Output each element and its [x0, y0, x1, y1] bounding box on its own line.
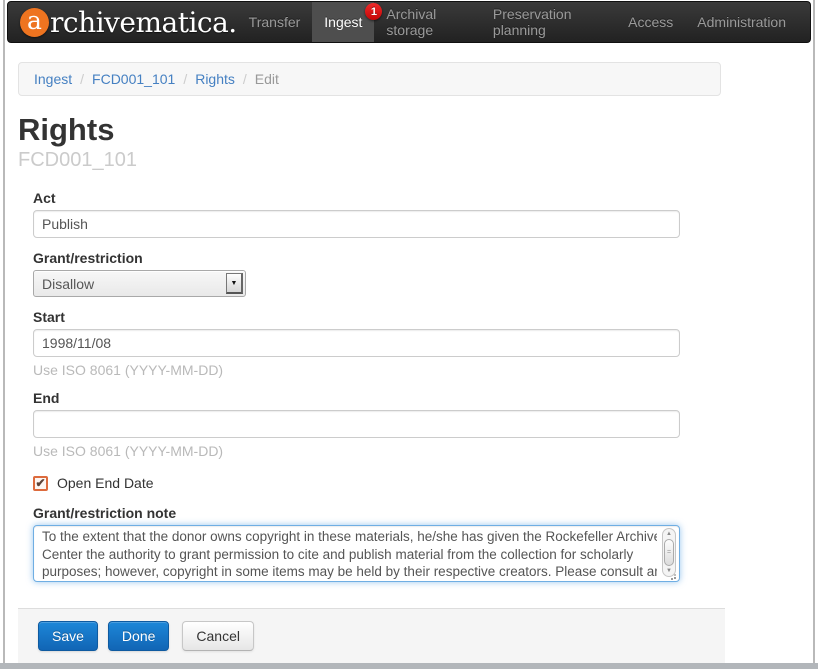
page-content: Ingest / FCD001_101 / Rights / Edit Righ…: [0, 0, 818, 663]
breadcrumb-fcd001-101[interactable]: FCD001_101: [92, 69, 175, 89]
nav-item-transfer[interactable]: Transfer: [237, 2, 313, 42]
end-help-text: Use ISO 8061 (YYYY-MM-DD): [33, 443, 680, 459]
resize-grip-icon[interactable]: [674, 577, 676, 579]
grant-restriction-select[interactable]: Disallow ▼: [33, 270, 246, 297]
start-field-group: Start Use ISO 8061 (YYYY-MM-DD): [33, 309, 680, 378]
act-input[interactable]: [33, 210, 680, 238]
scroll-up-icon[interactable]: ▲: [666, 531, 672, 537]
breadcrumb-ingest[interactable]: Ingest: [34, 69, 72, 89]
act-label: Act: [33, 190, 680, 206]
grant-note-label: Grant/restriction note: [33, 505, 680, 521]
brand-a-icon: a: [20, 8, 49, 37]
scrollbar-thumb[interactable]: =: [664, 539, 674, 566]
end-label: End: [33, 390, 680, 406]
start-date-input[interactable]: [33, 329, 680, 357]
title-block: Rights FCD001_101: [18, 112, 818, 172]
note-line-3: purposes; however, copyright in some ite…: [42, 563, 657, 581]
nav-item-archival-storage[interactable]: Archival storage: [374, 2, 480, 42]
breadcrumb: Ingest / FCD001_101 / Rights / Edit: [18, 62, 721, 96]
nav-item-administration[interactable]: Administration: [685, 2, 798, 42]
grant-restriction-label: Grant/restriction: [33, 250, 680, 266]
grant-note-textarea[interactable]: To the extent that the donor owns copyri…: [33, 525, 680, 582]
top-navbar: a rchivematica. Transfer Ingest 1 Archiv…: [7, 1, 811, 43]
breadcrumb-separator: /: [235, 69, 255, 89]
breadcrumb-edit-current: Edit: [255, 69, 279, 89]
note-line-2: Center the authority to grant permission…: [42, 546, 657, 564]
nav-item-preservation-planning[interactable]: Preservation planning: [481, 2, 616, 42]
open-end-date-row: ✔ Open End Date: [33, 475, 680, 491]
page-subtitle: FCD001_101: [18, 148, 818, 172]
window-frame-bottom: [0, 663, 818, 669]
breadcrumb-rights[interactable]: Rights: [195, 69, 235, 89]
open-end-date-label: Open End Date: [57, 475, 154, 491]
nav-item-access[interactable]: Access: [616, 2, 685, 42]
note-line-1: To the extent that the donor owns copyri…: [42, 528, 657, 546]
cancel-button[interactable]: Cancel: [182, 621, 254, 651]
page-title: Rights: [18, 112, 818, 148]
chevron-down-icon: ▼: [231, 280, 238, 287]
end-date-input[interactable]: [33, 410, 680, 438]
scroll-down-icon[interactable]: ▼: [666, 568, 672, 574]
archivematica-logo[interactable]: a rchivematica.: [20, 6, 237, 39]
start-help-text: Use ISO 8061 (YYYY-MM-DD): [33, 362, 680, 378]
breadcrumb-separator: /: [72, 69, 92, 89]
rights-edit-form: Act Grant/restriction Disallow ▼ Start U…: [33, 190, 680, 582]
done-button[interactable]: Done: [108, 621, 169, 651]
grant-restriction-field-group: Grant/restriction Disallow ▼: [33, 250, 680, 297]
start-label: Start: [33, 309, 680, 325]
brand-wordmark: rchivematica.: [50, 6, 237, 39]
grant-restriction-selected-value: Disallow: [42, 276, 94, 292]
breadcrumb-separator: /: [175, 69, 195, 89]
nav-item-ingest[interactable]: Ingest 1: [312, 2, 374, 42]
textarea-scrollbar[interactable]: ▲ = ▼: [662, 528, 676, 577]
select-dropdown-button[interactable]: ▼: [226, 273, 243, 294]
grant-note-field-group: Grant/restriction note To the extent tha…: [33, 505, 680, 582]
main-navigation: Transfer Ingest 1 Archival storage Prese…: [237, 2, 798, 42]
form-actions-bar: Save Done Cancel: [18, 608, 725, 663]
open-end-date-checkbox[interactable]: ✔: [33, 476, 48, 491]
checkbox-check-icon: ✔: [35, 477, 45, 489]
save-button[interactable]: Save: [38, 621, 98, 651]
act-field-group: Act: [33, 190, 680, 238]
end-field-group: End Use ISO 8061 (YYYY-MM-DD): [33, 390, 680, 459]
thumb-grip-icon: =: [667, 549, 671, 556]
